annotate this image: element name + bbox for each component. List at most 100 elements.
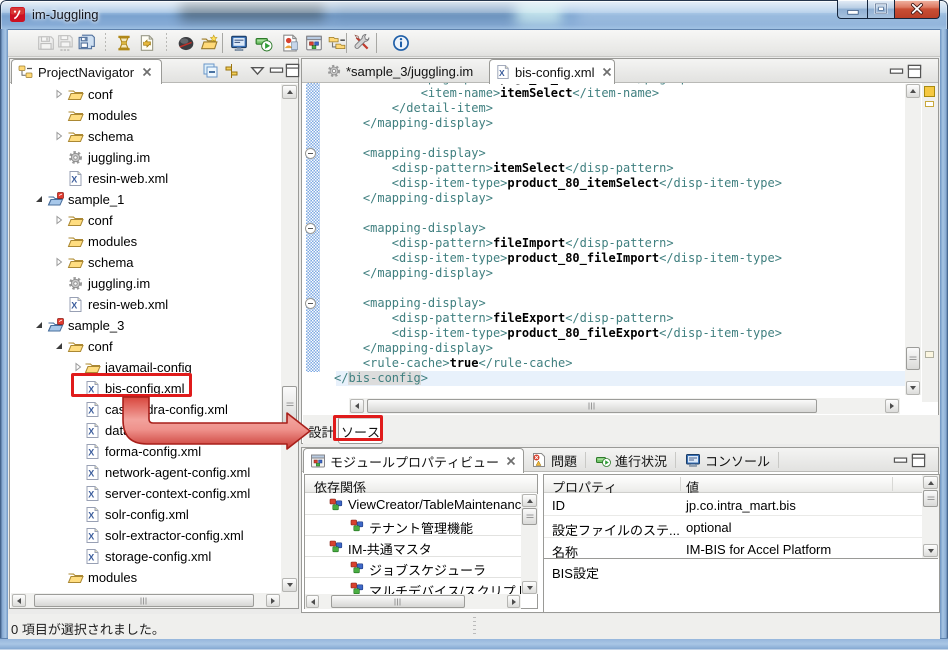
view-menu-chevron-icon[interactable]: [249, 62, 266, 79]
scrollbar-thumb[interactable]: [906, 347, 920, 370]
scroll-down-button[interactable]: [906, 381, 920, 395]
tree-expanded-arrow-icon[interactable]: [34, 320, 44, 330]
tree-row[interactable]: sample_1: [11, 189, 281, 210]
bottom-view-tab[interactable]: 問題: [522, 448, 586, 472]
tree-row[interactable]: Xresin-web.xml: [11, 294, 281, 315]
tab-close-icon[interactable]: [141, 66, 153, 78]
tree-row[interactable]: sample_3: [11, 315, 281, 336]
toolbar-open-project-button[interactable]: [200, 34, 218, 52]
overview-marker[interactable]: [925, 101, 934, 107]
code-line[interactable]: <rule-cache>true</rule-cache>: [334, 356, 572, 371]
scroll-down-button[interactable]: [522, 581, 537, 594]
tree-row[interactable]: Xstorage-config.xml: [11, 546, 281, 567]
tab-close-icon[interactable]: [601, 66, 613, 78]
dependencies-header[interactable]: 依存関係: [305, 475, 537, 493]
tree-row[interactable]: modules: [11, 231, 281, 252]
tree-row[interactable]: Xbis-config.xml: [11, 378, 281, 399]
toolbar-save-as-button[interactable]: [57, 34, 75, 52]
property-row[interactable]: 設定ファイルのステ...optional: [544, 516, 922, 538]
code-line[interactable]: </mapping-display>: [334, 266, 493, 281]
minimize-view-icon[interactable]: [268, 62, 285, 79]
minimize-view-icon[interactable]: [888, 63, 905, 80]
maximize-view-icon[interactable]: [906, 63, 923, 80]
code-line[interactable]: <mapping-display>: [334, 221, 486, 236]
maximize-button[interactable]: [867, 0, 895, 19]
tree-expanded-arrow-icon[interactable]: [54, 341, 64, 351]
code-line[interactable]: </mapping-display>: [334, 116, 493, 131]
tree-row[interactable]: javamail-config: [11, 357, 281, 378]
navigator-vscrollbar[interactable]: [281, 84, 298, 593]
tree-row[interactable]: conf: [11, 84, 281, 105]
scrollbar-thumb[interactable]: [367, 399, 817, 413]
tree-row[interactable]: juggling.im: [11, 273, 281, 294]
fold-minus-icon[interactable]: [305, 298, 316, 309]
dependency-row[interactable]: IM-共通マスタ: [305, 536, 521, 557]
overview-marker-selected[interactable]: [924, 86, 935, 97]
dependency-row[interactable]: テナント管理機能: [305, 515, 521, 536]
fold-minus-icon[interactable]: [305, 223, 316, 234]
tree-collapsed-arrow-icon[interactable]: [54, 89, 64, 99]
toolbar-hierarchy-view-button[interactable]: [328, 34, 346, 52]
toolbar-user-view-button[interactable]: [281, 34, 299, 52]
scroll-up-button[interactable]: [923, 476, 938, 489]
overview-ruler[interactable]: [922, 83, 938, 402]
toolbar-console-view-button[interactable]: [230, 34, 248, 52]
toolbar-package-button[interactable]: [115, 34, 133, 52]
scrollbar-thumb[interactable]: [331, 595, 465, 608]
code-line[interactable]: <mapping-display>: [334, 296, 486, 311]
code-line[interactable]: <disp-pattern>fileImport</disp-pattern>: [334, 236, 674, 251]
maximize-view-icon[interactable]: [284, 62, 301, 79]
code-line[interactable]: <mapping-display>: [334, 146, 486, 161]
scroll-left-button[interactable]: [306, 595, 319, 608]
property-row[interactable]: IDjp.co.intra_mart.bis: [544, 494, 922, 516]
tree-row[interactable]: Xnetwork-agent-config.xml: [11, 462, 281, 483]
app-icon[interactable]: [10, 7, 25, 22]
tree-row[interactable]: modules: [11, 105, 281, 126]
scroll-up-button[interactable]: [522, 494, 537, 507]
tree-row[interactable]: Xserver-context-config.xml: [11, 483, 281, 504]
toolbar-module-view-button[interactable]: [305, 34, 323, 52]
tree-collapsed-arrow-icon[interactable]: [54, 257, 64, 267]
minimize-button[interactable]: [837, 0, 867, 19]
tree-row[interactable]: modules: [11, 567, 281, 588]
page-tab-design[interactable]: 設計: [305, 418, 338, 444]
xml-source-editor[interactable]: <page-path>page_80_itemSelect</page-path…: [303, 83, 905, 398]
scroll-up-button[interactable]: [906, 84, 920, 98]
collapse-all-icon[interactable]: [202, 62, 219, 79]
tree-row[interactable]: Xdata-source-mapping-config.xml: [11, 420, 281, 441]
scrollbar-thumb[interactable]: [522, 508, 537, 525]
tree-collapsed-arrow-icon[interactable]: [73, 362, 83, 372]
scrollbar-thumb[interactable]: [34, 594, 254, 607]
code-line[interactable]: </bis-config>: [334, 371, 428, 386]
tree-row[interactable]: schema: [11, 252, 281, 273]
tree-row[interactable]: Xforma-config.xml: [11, 441, 281, 462]
property-row[interactable]: 名称IM-BIS for Accel Platform: [544, 538, 922, 558]
fold-minus-icon[interactable]: [305, 148, 316, 159]
properties-vscrollbar[interactable]: [922, 475, 939, 558]
scroll-down-button[interactable]: [282, 578, 297, 592]
editor-vscrollbar[interactable]: [905, 84, 921, 395]
overview-marker-occurrence[interactable]: [925, 351, 934, 358]
tree-expanded-arrow-icon[interactable]: [34, 194, 44, 204]
title-bar[interactable]: im-Juggling: [0, 0, 948, 29]
dependencies-vscrollbar[interactable]: [521, 494, 538, 594]
project-navigator-tab[interactable]: ProjectNavigator: [11, 59, 162, 84]
tree-row[interactable]: Xsolr-extractor-config.xml: [11, 525, 281, 546]
dependency-row[interactable]: マルチデバイス/スクリプト: [305, 578, 521, 594]
dependencies-hscrollbar[interactable]: [305, 594, 521, 609]
tree-row[interactable]: juggling.im: [11, 147, 281, 168]
maximize-view-icon[interactable]: [910, 452, 927, 469]
link-editor-icon[interactable]: [223, 62, 240, 79]
code-line[interactable]: </mapping-display>: [334, 191, 493, 206]
bottom-view-tab[interactable]: 進行状況: [586, 448, 676, 472]
toolbar-sync-project-button[interactable]: [138, 34, 156, 52]
tree-row[interactable]: Xcassandra-config.xml: [11, 399, 281, 420]
tree-collapsed-arrow-icon[interactable]: [54, 215, 64, 225]
code-line[interactable]: </detail-item>: [334, 101, 493, 116]
tree-row[interactable]: Xresin-web.xml: [11, 168, 281, 189]
dependency-row[interactable]: ViewCreator/TableMaintenance: [305, 494, 521, 515]
bottom-view-tab[interactable]: モジュールプロパティビュー: [303, 448, 524, 473]
code-line[interactable]: <disp-pattern>itemSelect</disp-pattern>: [334, 161, 674, 176]
navigator-hscrollbar[interactable]: [11, 593, 281, 608]
tree-collapsed-arrow-icon[interactable]: [54, 131, 64, 141]
